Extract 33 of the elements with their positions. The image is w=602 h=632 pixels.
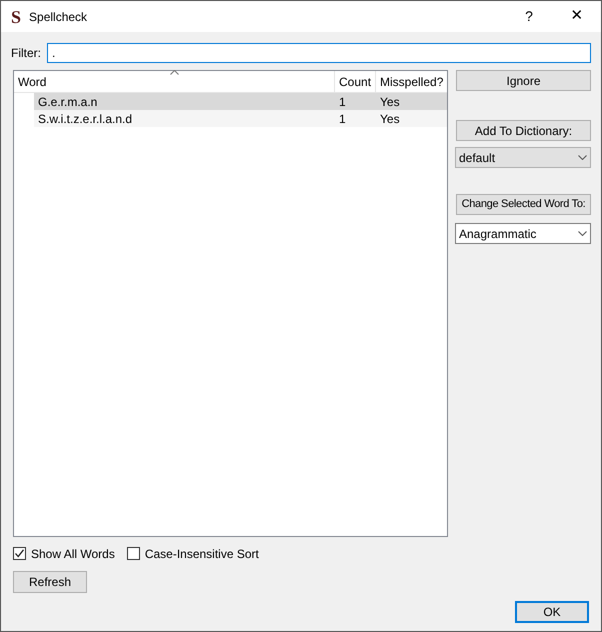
dictionary-dropdown[interactable]: default <box>455 147 591 168</box>
refresh-button[interactable]: Refresh <box>13 571 87 593</box>
filter-label: Filter: <box>11 45 41 62</box>
column-header[interactable]: Count <box>335 71 376 92</box>
table-row[interactable]: G.e.r.m.a.n 1 Yes <box>34 93 447 110</box>
checkbox[interactable] <box>126 547 140 560</box>
dropdown-value: default <box>459 150 496 166</box>
table-cell-text: G.e.r.m.a.n <box>37 94 98 110</box>
table-cell-text: 1 <box>338 94 347 110</box>
checkbox-label[interactable]: Show All Words <box>31 544 115 562</box>
close-button[interactable]: ✕ <box>565 5 589 28</box>
column-header[interactable]: Misspelled? <box>376 71 447 92</box>
ignore-button[interactable]: Ignore <box>456 70 591 91</box>
replacement-dropdown[interactable]: Anagrammatic <box>455 223 591 244</box>
help-button[interactable]: ? <box>517 6 541 27</box>
change-word-button[interactable]: Change Selected Word To: <box>456 194 591 215</box>
ok-button[interactable]: OK <box>515 601 589 623</box>
table-cell-text: Yes <box>379 110 401 128</box>
add-to-dictionary-button[interactable]: Add To Dictionary: <box>456 120 591 141</box>
checkbox-label[interactable]: Case-Insensitive Sort <box>144 544 259 562</box>
chevron-down-icon <box>578 155 587 160</box>
window-title: Spellcheck <box>29 8 88 26</box>
table-cell-text: 1 <box>338 110 347 128</box>
table-cell-text: S.w.i.t.z.e.r.l.a.n.d <box>37 110 134 128</box>
table-row[interactable]: S.w.i.t.z.e.r.l.a.n.d 1 Yes <box>34 110 447 127</box>
column-header[interactable]: Word <box>14 71 335 92</box>
filter-field[interactable]: . <box>47 43 591 63</box>
dropdown-value: Anagrammatic <box>459 226 538 242</box>
chevron-down-icon <box>578 231 587 236</box>
checkbox[interactable] <box>13 547 26 560</box>
table-cell-text: Yes <box>379 94 401 110</box>
sort-ascending-icon <box>170 70 179 75</box>
app-logo: S <box>11 8 22 26</box>
